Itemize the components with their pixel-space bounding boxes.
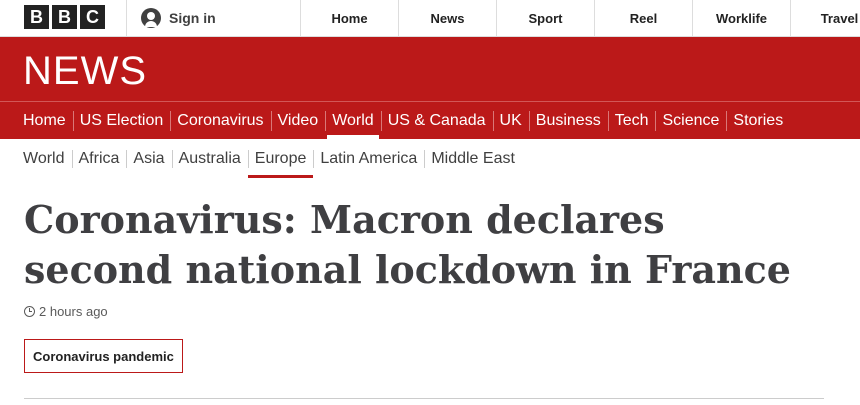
news-logo[interactable]: NEWS bbox=[23, 49, 147, 94]
topic-tag[interactable]: Coronavirus pandemic bbox=[24, 339, 183, 373]
sub-nav-world[interactable]: World bbox=[16, 140, 72, 178]
section-nav: Home US Election Coronavirus Video World… bbox=[0, 101, 860, 139]
section-nav-video[interactable]: Video bbox=[270, 102, 326, 139]
section-nav-coronavirus[interactable]: Coronavirus bbox=[170, 102, 270, 139]
section-nav-uk[interactable]: UK bbox=[492, 102, 529, 139]
bbc-logo-letter: B bbox=[24, 5, 49, 29]
news-banner: NEWS bbox=[0, 37, 860, 101]
sub-nav-latin-america[interactable]: Latin America bbox=[313, 140, 424, 178]
sub-nav-australia[interactable]: Australia bbox=[171, 140, 248, 178]
bbc-logo-letter: C bbox=[80, 5, 105, 29]
top-nav-sport[interactable]: Sport bbox=[496, 0, 594, 36]
sub-nav-asia[interactable]: Asia bbox=[126, 140, 171, 178]
timestamp-text: 2 hours ago bbox=[39, 304, 108, 319]
sub-nav-africa[interactable]: Africa bbox=[71, 140, 127, 178]
bbc-logo-letter: B bbox=[52, 5, 77, 29]
clock-icon bbox=[24, 306, 35, 317]
section-nav-us-election[interactable]: US Election bbox=[72, 102, 171, 139]
masthead: B B C Sign in Home News Sport Reel Workl… bbox=[0, 0, 860, 37]
top-nav: Home News Sport Reel Worklife Travel bbox=[300, 0, 860, 36]
top-nav-home[interactable]: Home bbox=[300, 0, 398, 36]
divider bbox=[24, 398, 824, 399]
article-headline: Coronavirus: Macron declares second nati… bbox=[24, 197, 791, 292]
top-nav-travel[interactable]: Travel bbox=[790, 0, 860, 36]
section-nav-business[interactable]: Business bbox=[528, 102, 608, 139]
sub-nav-middle-east[interactable]: Middle East bbox=[424, 140, 522, 178]
top-nav-reel[interactable]: Reel bbox=[594, 0, 692, 36]
signin-label: Sign in bbox=[169, 10, 216, 26]
section-nav-science[interactable]: Science bbox=[655, 102, 726, 139]
sub-nav: World Africa Asia Australia Europe Latin… bbox=[16, 140, 522, 178]
bbc-logo[interactable]: B B C bbox=[24, 5, 105, 29]
section-nav-tech[interactable]: Tech bbox=[607, 102, 656, 139]
section-nav-home[interactable]: Home bbox=[16, 102, 73, 139]
signin-link[interactable]: Sign in bbox=[126, 0, 216, 36]
top-nav-worklife[interactable]: Worklife bbox=[692, 0, 790, 36]
top-nav-news[interactable]: News bbox=[398, 0, 496, 36]
section-nav-us-canada[interactable]: US & Canada bbox=[380, 102, 493, 139]
section-nav-stories[interactable]: Stories bbox=[726, 102, 790, 139]
article-timestamp: 2 hours ago bbox=[24, 304, 108, 319]
sub-nav-europe[interactable]: Europe bbox=[247, 140, 314, 178]
user-icon bbox=[141, 8, 161, 28]
section-nav-world[interactable]: World bbox=[325, 102, 381, 139]
